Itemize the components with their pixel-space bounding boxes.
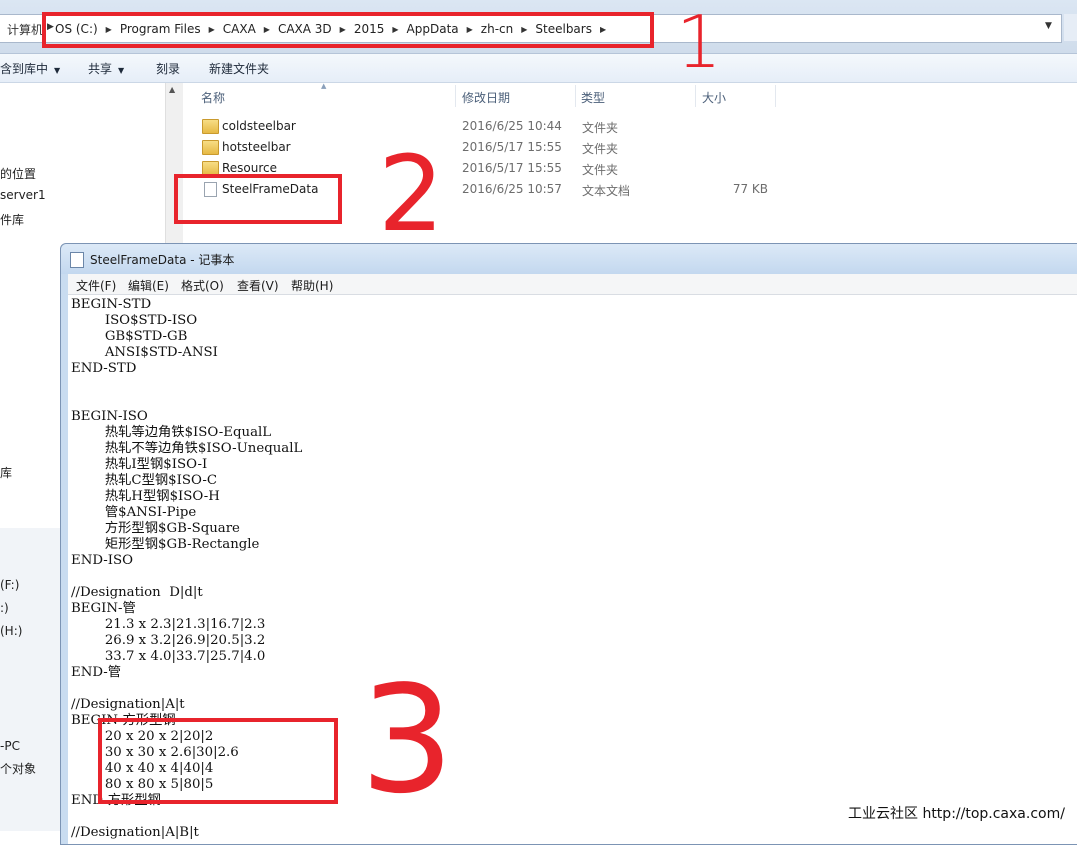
nav-item[interactable]: :): [0, 601, 9, 615]
annotation-box-3: [98, 718, 338, 804]
column-header-name[interactable]: 名称: [201, 89, 225, 106]
share-button[interactable]: 共享 ▼: [88, 60, 124, 77]
column-header-type[interactable]: 类型: [581, 89, 605, 106]
annotation-number-3: 3: [360, 654, 455, 826]
column-divider[interactable]: [455, 85, 456, 107]
caret-down-icon: ▼: [54, 66, 61, 75]
menu-edit[interactable]: 编辑(E): [128, 277, 169, 294]
notepad-title-bar[interactable]: SteelFrameData - 记事本: [61, 244, 1077, 274]
menu-help[interactable]: 帮助(H): [291, 277, 333, 294]
new-folder-button[interactable]: 新建文件夹: [209, 60, 269, 77]
file-name: Resource: [222, 161, 278, 175]
file-date: 2016/5/17 15:55: [462, 140, 562, 154]
folder-icon: [202, 140, 219, 155]
breadcrumb-computer[interactable]: 计算机: [7, 21, 43, 38]
menu-bar: 文件(F) 编辑(E) 格式(O) 查看(V) 帮助(H): [68, 274, 1077, 295]
annotation-number-2: 2: [378, 133, 445, 255]
file-type: 文件夹: [582, 163, 619, 177]
file-row[interactable]: coldsteelbar 2016/6/25 10:44 文件夹: [198, 117, 798, 137]
caret-down-icon: ▼: [118, 66, 125, 75]
folder-icon: [202, 119, 219, 134]
annotation-number-1: 1: [676, 0, 722, 84]
burn-button[interactable]: 刻录: [156, 60, 180, 77]
column-header-date[interactable]: 修改日期: [462, 89, 510, 106]
column-header-size[interactable]: 大小: [702, 89, 726, 106]
column-divider[interactable]: [775, 85, 776, 107]
include-in-library-button[interactable]: 含到库中 ▼: [0, 60, 60, 77]
nav-item[interactable]: 件库: [0, 211, 24, 228]
notepad-icon: [70, 252, 84, 268]
annotation-box-1: [42, 12, 654, 48]
nav-item[interactable]: (H:): [0, 624, 22, 638]
scroll-up-icon[interactable]: ▲: [169, 85, 175, 94]
watermark: 工业云社区 http://top.caxa.com/: [848, 806, 1065, 822]
file-name: coldsteelbar: [222, 119, 296, 133]
nav-item[interactable]: server1: [0, 188, 46, 202]
item-count: 个对象: [0, 762, 37, 776]
share-label: 共享: [88, 62, 113, 76]
nav-item[interactable]: (F:): [0, 578, 19, 592]
file-size: 77 KB: [732, 182, 768, 196]
file-date: 2016/6/25 10:44: [462, 119, 562, 133]
file-type: 文件夹: [582, 142, 619, 156]
file-date: 2016/5/17 15:55: [462, 161, 562, 175]
details-pane: (F:) :) (H:) -PC 个对象: [0, 528, 62, 831]
nav-item[interactable]: 库: [0, 464, 12, 481]
sort-ascending-icon: ▲: [321, 82, 327, 90]
chevron-down-icon[interactable]: ▼: [1045, 21, 1052, 31]
file-list: ▲ 名称 修改日期 类型 大小 coldsteelbar 2016/6/25 1…: [183, 82, 1077, 253]
file-type: 文本文档: [582, 184, 631, 198]
computer-name: -PC: [0, 739, 20, 753]
annotation-box-2: [174, 174, 342, 224]
navigation-scrollbar[interactable]: ▲: [165, 83, 183, 253]
nav-item[interactable]: 的位置: [0, 165, 36, 182]
file-row[interactable]: hotsteelbar 2016/5/17 15:55 文件夹: [198, 138, 798, 158]
window-title: SteelFrameData - 记事本: [90, 253, 235, 267]
refresh-button[interactable]: [1064, 14, 1077, 41]
file-type: 文件夹: [582, 121, 619, 135]
file-date: 2016/6/25 10:57: [462, 182, 562, 196]
menu-format[interactable]: 格式(O): [181, 277, 224, 294]
column-divider[interactable]: [575, 85, 576, 107]
include-label: 含到库中: [0, 62, 49, 76]
command-bar: 含到库中 ▼ 共享 ▼ 刻录 新建文件夹: [0, 54, 1077, 83]
column-divider[interactable]: [695, 85, 696, 107]
menu-file[interactable]: 文件(F): [76, 277, 116, 294]
menu-view[interactable]: 查看(V): [237, 277, 279, 294]
file-name: hotsteelbar: [222, 140, 291, 154]
